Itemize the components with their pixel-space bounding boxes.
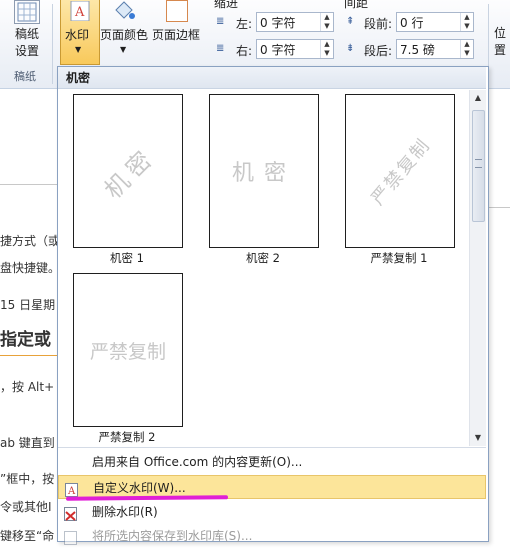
position-button[interactable]: 位置 <box>494 24 510 58</box>
custom-watermark-icon: A <box>65 481 78 497</box>
indent-left-value: 0 字符 <box>260 16 296 30</box>
spacing-before-input[interactable]: 0 行 ▲ ▼ <box>396 12 474 32</box>
page-color-button[interactable]: 页面颜色 <box>100 26 148 43</box>
spin-arrows-icon[interactable]: ▲ ▼ <box>460 13 473 31</box>
menu-remove-watermark[interactable]: 删除水印(R) <box>58 500 486 524</box>
watermark-thumbnail-confidential-2[interactable]: 机密 <box>209 94 319 248</box>
menu-remove-watermark-label: 删除水印(R) <box>92 505 158 519</box>
indent-left-label: 左: <box>236 17 253 31</box>
scrollbar-thumb[interactable] <box>472 110 485 222</box>
thumbnail-watermark-text: 严禁复制 <box>367 134 435 210</box>
doc-right-rule <box>488 207 510 208</box>
draft-paper-icon <box>14 0 40 24</box>
spacing-after-label: 段后: <box>364 44 393 58</box>
thumbnail-caption: 机密 2 <box>246 251 280 265</box>
grip-icon <box>475 159 482 168</box>
thumbnail-caption: 严禁复制 2 <box>98 430 156 444</box>
thumbnail-watermark-text: 严禁复制 <box>89 340 166 363</box>
indent-right-label: 右: <box>236 44 253 58</box>
watermark-thumbnail-no-copy-1[interactable]: 严禁复制 <box>345 94 455 248</box>
save-to-gallery-icon <box>64 529 77 545</box>
watermark-thumbnail-no-copy-2[interactable]: 严禁复制 <box>73 273 183 427</box>
spin-arrows-icon[interactable]: ▲ ▼ <box>320 13 333 31</box>
indent-header: 缩进 <box>214 0 239 10</box>
gallery-section-header: 机密 <box>58 67 486 89</box>
doc-line: 捷方式（或 <box>0 234 61 248</box>
menu-office-update-label: 启用来自 Office.com 的内容更新(O)... <box>92 455 303 469</box>
thumbnail-watermark-text: 机密 <box>98 141 161 204</box>
draft-group-label: 稿纸 <box>14 70 36 83</box>
spacing-before-value: 0 行 <box>400 16 424 30</box>
spin-arrows-icon[interactable]: ▲ ▼ <box>460 40 473 58</box>
spacing-after-input[interactable]: 7.5 磅 ▲ ▼ <box>396 39 474 59</box>
svg-text:A: A <box>67 486 76 497</box>
indent-right-value: 0 字符 <box>260 43 296 57</box>
remove-watermark-icon <box>64 505 77 521</box>
menu-custom-watermark-label: 自定义水印(W)... <box>93 481 186 495</box>
watermark-label: 水印 <box>65 28 90 42</box>
spacing-after-icon: ⇟ <box>346 43 355 54</box>
spacing-after-value: 7.5 磅 <box>400 43 435 57</box>
page-color-icon <box>112 0 136 20</box>
doc-line: ”框中，按 <box>0 472 55 486</box>
watermark-button[interactable]: A 水印 ▼ <box>60 0 100 65</box>
doc-line: 盘快捷键。 <box>0 261 61 275</box>
menu-save-selection[interactable]: 将所选内容保存到水印库(S)... <box>58 524 486 548</box>
spacing-before-label: 段前: <box>364 17 393 31</box>
doc-line: ，按 Alt+ <box>0 380 55 394</box>
menu-divider <box>58 447 486 448</box>
indent-right-icon: ≣ <box>216 43 225 54</box>
scroll-down-icon[interactable]: ▼ <box>470 430 486 446</box>
gallery-scrollbar[interactable]: ▲ ▼ <box>469 90 486 446</box>
thumbnail-watermark-text: 机密 <box>231 161 296 186</box>
indent-right-input[interactable]: 0 字符 ▲ ▼ <box>256 39 334 59</box>
menu-office-update[interactable]: 启用来自 Office.com 的内容更新(O)... <box>58 450 486 474</box>
watermark-gallery-dropdown: 机密 机密 机密 1 机密 机密 2 严禁复制 严禁复制 1 严禁复制 严禁复制… <box>57 66 489 545</box>
page-border-button[interactable]: 页面边框 <box>152 26 200 43</box>
ruler-line <box>0 184 57 185</box>
doc-line: 键移至“命 <box>0 529 55 543</box>
chevron-down-icon: ▼ <box>120 45 127 54</box>
spacing-before-icon: ⇞ <box>346 16 355 27</box>
indent-left-icon: ≣ <box>216 16 225 27</box>
spin-arrows-icon[interactable]: ▲ ▼ <box>320 40 333 58</box>
doc-line: 指定或 <box>0 330 51 350</box>
doc-line: ab 键直到 <box>0 436 55 450</box>
thumbnail-caption: 严禁复制 1 <box>370 251 428 265</box>
doc-line: 令或其他I <box>0 500 52 514</box>
svg-text:A: A <box>74 5 85 20</box>
scroll-up-icon[interactable]: ▲ <box>470 90 486 106</box>
group-divider <box>52 4 53 84</box>
doc-line: 15 日星期 <box>0 298 56 312</box>
chevron-down-icon: ▼ <box>75 45 82 54</box>
menu-save-selection-label: 将所选内容保存到水印库(S)... <box>92 529 253 543</box>
page-border-icon <box>166 0 188 22</box>
watermark-icon: A <box>70 0 90 22</box>
draft-settings-button[interactable]: 稿纸 设置 <box>6 26 48 60</box>
spacing-header: 间距 <box>344 0 369 10</box>
indent-left-input[interactable]: 0 字符 ▲ ▼ <box>256 12 334 32</box>
watermark-thumbnail-confidential-1[interactable]: 机密 <box>73 94 183 248</box>
heading-underline <box>0 355 57 356</box>
thumbnail-caption: 机密 1 <box>110 251 144 265</box>
